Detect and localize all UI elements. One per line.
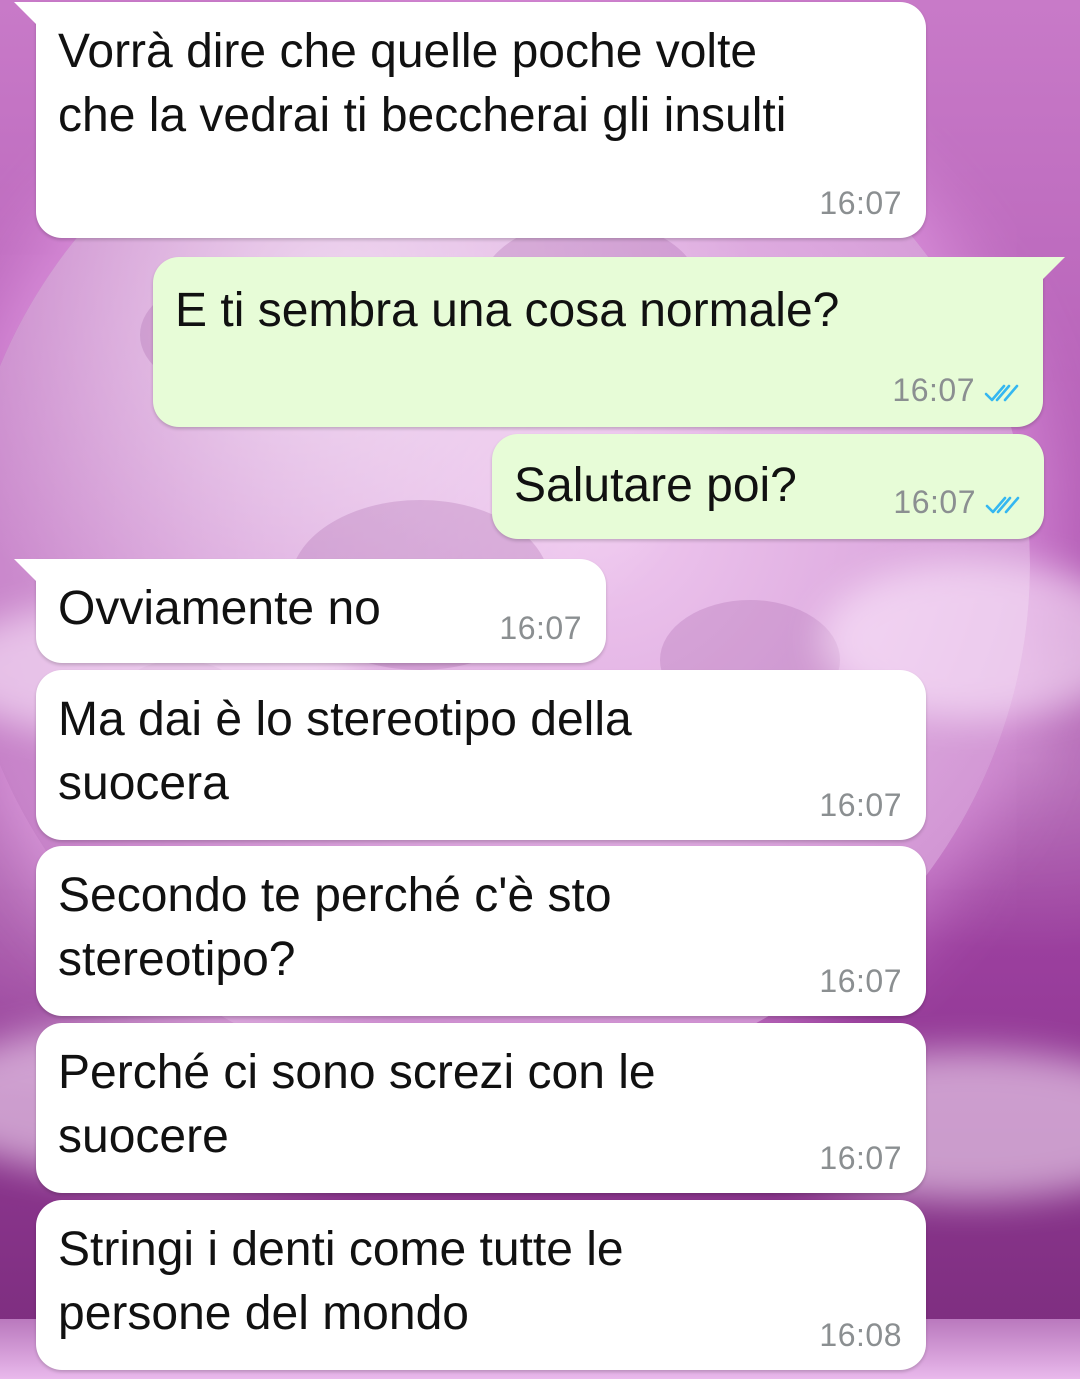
message-text: E ti sembra una cosa normale? — [175, 284, 840, 337]
message-bubble-incoming[interactable]: Ovviamente no 16:07 — [14, 559, 606, 663]
message-text: Perché ci sono screzi con le suocere — [58, 1046, 656, 1163]
message-time: 16:07 — [819, 787, 902, 823]
message-bubble-outgoing[interactable]: E ti sembra una cosa normale? 16:07 — [153, 257, 1065, 427]
message-bubble-incoming[interactable]: Secondo te perché c'è sto stereotipo? 16… — [36, 846, 926, 1016]
message-bubble-incoming[interactable]: Ma dai è lo stereotipo della suocera 16:… — [36, 670, 926, 840]
double-check-read-icon — [985, 496, 1020, 514]
message-time: 16:07 — [819, 963, 902, 999]
message-time: 16:07 — [892, 372, 975, 408]
message-bubble-incoming[interactable]: Vorrà dire che quelle poche volte che la… — [14, 2, 926, 238]
message-time: 16:07 — [819, 1140, 902, 1176]
message-bubble-incoming[interactable]: Perché ci sono screzi con le suocere 16:… — [36, 1023, 926, 1193]
double-check-read-icon — [984, 384, 1019, 402]
message-bubble-incoming[interactable]: Stringi i denti come tutte le persone de… — [36, 1200, 926, 1370]
message-text: Stringi i denti come tutte le persone de… — [58, 1223, 624, 1340]
message-text: Vorrà dire che quelle poche volte che la… — [58, 25, 787, 142]
message-time: 16:08 — [819, 1317, 902, 1353]
message-text: Ma dai è lo stereotipo della suocera — [58, 693, 632, 810]
message-text: Secondo te perché c'è sto stereotipo? — [58, 869, 612, 986]
message-bubble-outgoing[interactable]: Salutare poi? 16:07 — [492, 434, 1044, 539]
message-time: 16:07 — [499, 610, 582, 646]
message-time: 16:07 — [819, 185, 902, 221]
message-time: 16:07 — [893, 484, 976, 520]
